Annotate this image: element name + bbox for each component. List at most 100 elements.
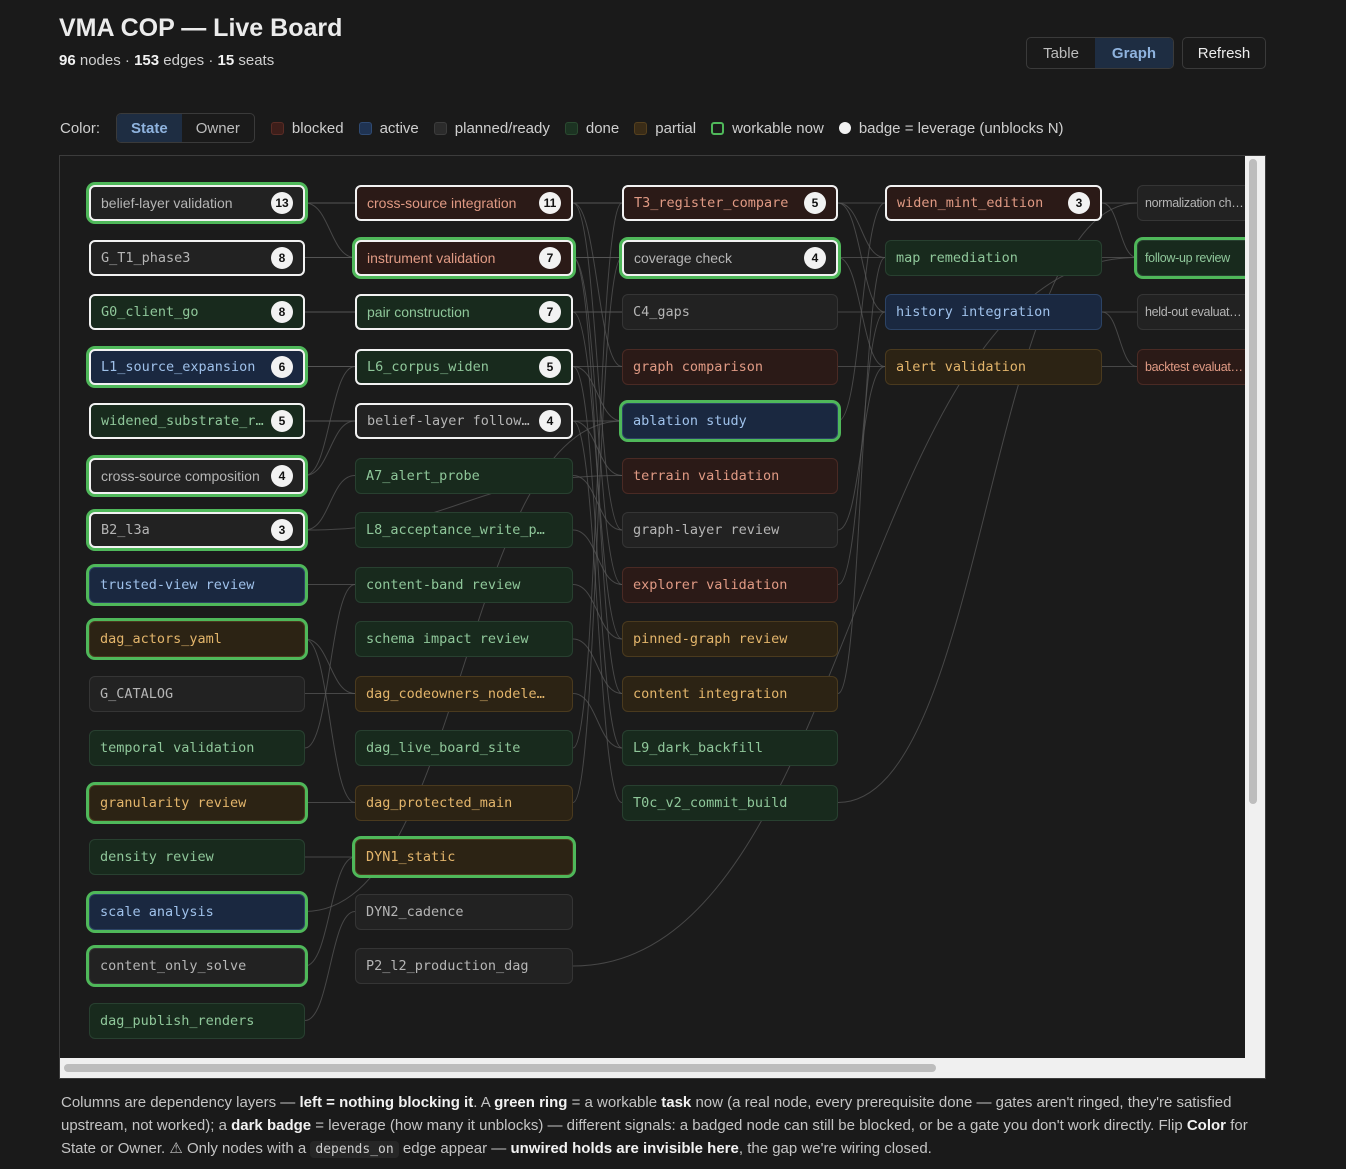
graph-node[interactable]: dag_codeowners_nodele… <box>355 675 573 712</box>
horizontal-scroll-thumb[interactable] <box>64 1064 936 1072</box>
horizontal-scrollbar[interactable] <box>60 1058 1265 1078</box>
graph-node[interactable]: trusted-view review <box>89 566 305 603</box>
graph-node[interactable]: L8_acceptance_write_p… <box>355 512 573 548</box>
legend-label: active <box>379 119 419 137</box>
dependency-edge <box>572 638 623 694</box>
refresh-button[interactable]: Refresh <box>1182 37 1266 69</box>
node-label: instrument validation <box>367 249 496 266</box>
graph-node[interactable]: schema impact review <box>355 621 573 657</box>
node-label: graph-layer review <box>633 522 780 538</box>
leverage-badge: 5 <box>539 355 561 378</box>
page-title: VMA COP — Live Board <box>59 14 343 42</box>
node-label: scale analysis <box>100 903 214 920</box>
graph-node[interactable]: P2_l2_production_dag <box>355 948 573 984</box>
graph-node[interactable]: A7_alert_probe <box>355 457 573 494</box>
graph-node[interactable]: belief-layer follow-up 4 <box>355 403 573 439</box>
graph-node[interactable]: B2_l3a 3 <box>89 512 305 548</box>
graph-board[interactable]: belief-layer validation 13 G_T1_phase3 8 G0_… <box>59 155 1266 1079</box>
graph-node[interactable]: history integration <box>885 294 1102 330</box>
graph-node[interactable]: scale analysis <box>89 893 305 930</box>
graph-node[interactable]: backtest evaluation <box>1137 348 1247 385</box>
graph-node[interactable]: G_CATALOG <box>89 675 305 712</box>
legend-partial: partial <box>634 120 696 137</box>
graph-node[interactable]: pinned-graph review <box>622 621 838 657</box>
legend-done: done <box>564 120 619 137</box>
node-label: dag_codeowners_nodele… <box>366 685 545 702</box>
table-view-button[interactable]: Table <box>1027 38 1095 68</box>
graph-node[interactable]: instrument validation 7 <box>355 239 573 276</box>
graph-node[interactable]: L1_source_expansion 6 <box>89 348 305 385</box>
graph-node[interactable]: graph-layer review <box>622 512 838 548</box>
graph-node[interactable]: graph comparison <box>622 348 838 385</box>
graph-node[interactable]: content_only_solve <box>89 948 305 984</box>
graph-node[interactable]: normalization check <box>1137 185 1247 221</box>
node-label: dag_actors_yaml <box>100 631 222 647</box>
leverage-badge: 5 <box>804 192 826 214</box>
graph-view-button[interactable]: Graph <box>1095 38 1173 68</box>
vertical-scrollbar[interactable] <box>1245 156 1265 1060</box>
graph-node[interactable]: widened_substrate_rea… 5 <box>89 403 305 439</box>
graph-node[interactable]: T3_register_compare 5 <box>622 185 838 221</box>
graph-node[interactable]: L6_corpus_widen 5 <box>355 348 573 385</box>
graph-node[interactable]: granularity review <box>89 784 305 821</box>
graph-node[interactable]: held-out evaluation <box>1137 294 1247 330</box>
node-label: ablation study <box>633 413 747 429</box>
dependency-edge <box>572 584 623 640</box>
leverage-badge: 5 <box>271 410 293 432</box>
node-label: graph comparison <box>633 358 764 375</box>
graph-node[interactable]: explorer validation <box>622 566 838 603</box>
graph-node[interactable]: follow-up review <box>1137 239 1247 276</box>
vertical-scroll-thumb[interactable] <box>1249 159 1257 804</box>
graph-node[interactable]: DYN1_static <box>355 839 573 875</box>
node-label: widen_mint_edition <box>897 195 1044 211</box>
graph-node[interactable]: cross-source composition 4 <box>89 457 305 494</box>
graph-node[interactable]: terrain validation <box>622 457 838 494</box>
graph-node[interactable]: ablation study <box>622 403 838 439</box>
graph-node[interactable]: content integration <box>622 675 838 712</box>
node-label: cross-source composition <box>101 467 260 484</box>
graph-node[interactable]: dag_actors_yaml <box>89 621 305 657</box>
graph-node[interactable]: dag_publish_renders <box>89 1002 305 1039</box>
node-label: granularity review <box>100 794 247 811</box>
graph-node[interactable]: G0_client_go 8 <box>89 294 305 330</box>
edges-count: 153 <box>134 52 160 69</box>
graph-node[interactable]: belief-layer validation 13 <box>89 185 305 221</box>
dependency-edge <box>304 420 623 912</box>
nodes-count: 96 <box>59 52 76 69</box>
node-label: DYN1_static <box>366 849 456 865</box>
color-legend: Color: State Owner blocked active planne… <box>60 113 1079 143</box>
node-label: dag_protected_main <box>366 794 513 811</box>
dependency-edge <box>572 202 623 367</box>
graph-node[interactable]: alert validation <box>885 348 1102 385</box>
stats-separator: · <box>124 52 130 69</box>
color-state-button[interactable]: State <box>117 114 182 142</box>
node-label: trusted-view review <box>100 576 255 593</box>
graph-node[interactable]: pair construction 7 <box>355 294 573 330</box>
graph-node[interactable]: map remediation <box>885 239 1102 276</box>
graph-node[interactable]: coverage check 4 <box>622 239 838 276</box>
graph-node[interactable]: temporal validation <box>89 730 305 766</box>
graph-node[interactable]: density review <box>89 839 305 875</box>
node-label: G_T1_phase3 <box>101 249 191 266</box>
graph-node[interactable]: cross-source integration 11 <box>355 185 573 221</box>
graph-node[interactable]: L9_dark_backfill <box>622 730 838 766</box>
graph-node[interactable]: T0c_v2_commit_build <box>622 784 838 821</box>
color-owner-button[interactable]: Owner <box>182 114 254 142</box>
leverage-badge: 4 <box>271 464 293 487</box>
graph-node[interactable]: dag_protected_main <box>355 784 573 821</box>
graph-node[interactable]: DYN2_cadence <box>355 893 573 930</box>
node-label: belief-layer follow-up <box>367 413 533 429</box>
graph-node[interactable]: C4_gaps <box>622 294 838 330</box>
help-text-emphasis: left = nothing blocking it <box>299 1094 474 1111</box>
graph-node[interactable]: content-band review <box>355 566 573 603</box>
graph-node[interactable]: widen_mint_edition 3 <box>885 185 1102 221</box>
node-label: pair construction <box>367 304 470 320</box>
color-mode-toggle: State Owner <box>116 113 255 143</box>
seats-count: 15 <box>217 52 235 69</box>
graph-node[interactable]: dag_live_board_site <box>355 730 573 766</box>
node-label: G_CATALOG <box>100 685 174 702</box>
help-text: Columns are dependency layers — left = n… <box>61 1091 1261 1161</box>
node-label: widened_substrate_rea… <box>101 413 265 429</box>
graph-node[interactable]: G_T1_phase3 8 <box>89 239 305 276</box>
depends-on-code: depends_on <box>310 1141 399 1158</box>
